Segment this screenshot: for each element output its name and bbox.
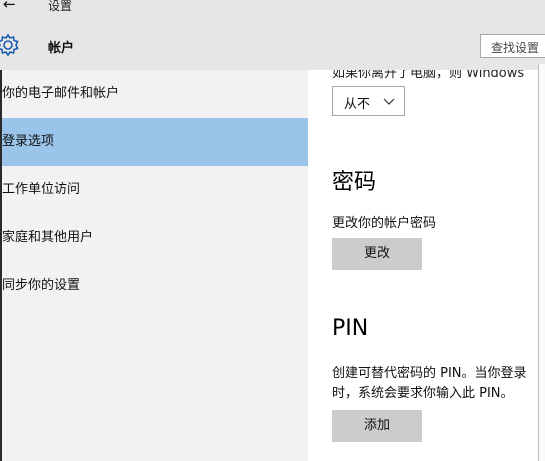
window-title: 设置 [48,0,73,13]
search-input[interactable]: 查找设置 [480,34,545,58]
back-arrow-icon[interactable]: ← [3,0,16,13]
require-signin-dropdown[interactable]: 从不 [332,86,405,116]
main-content: 如果你离开了电脑，则 Windows 从不 密码 更改你的帐户密码 更改 PIN… [308,70,545,461]
pin-description-line2: 时，系统会要求你输入此 PIN。 [332,386,514,401]
sidebar-item-family-users[interactable]: 家庭和其他用户 [2,214,308,262]
page-header: 帐户 查找设置 [0,18,545,70]
title-bar: ← 设置 [0,0,545,18]
pin-description-line1: 创建可替代密码的 PIN。当你登录 [332,366,527,381]
gear-icon [0,33,19,57]
sidebar-item-email-accounts[interactable]: 你的电子邮件和帐户 [2,70,308,118]
sidebar-item-label: 登录选项 [2,134,55,149]
require-signin-description: 如果你离开了电脑，则 Windows [332,70,525,81]
password-section-title: 密码 [332,170,377,195]
sidebar-item-signin-options[interactable]: 登录选项 [2,118,308,166]
chevron-down-icon [383,98,395,105]
pin-section-title: PIN [332,316,369,341]
password-description: 更改你的帐户密码 [332,216,437,231]
dropdown-value: 从不 [344,97,371,112]
add-pin-button[interactable]: 添加 [332,410,422,442]
change-password-button[interactable]: 更改 [332,238,422,270]
sidebar: 你的电子邮件和帐户 登录选项 工作单位访问 家庭和其他用户 同步你的设置 [0,70,308,461]
sidebar-item-label: 你的电子邮件和帐户 [2,86,120,101]
sidebar-item-label: 家庭和其他用户 [2,230,94,245]
sidebar-item-work-access[interactable]: 工作单位访问 [2,166,308,214]
scrollbar[interactable] [538,64,545,461]
page-title: 帐户 [48,41,75,56]
sidebar-item-label: 同步你的设置 [2,278,81,293]
sidebar-item-sync-settings[interactable]: 同步你的设置 [2,262,308,310]
sidebar-item-label: 工作单位访问 [2,182,81,197]
